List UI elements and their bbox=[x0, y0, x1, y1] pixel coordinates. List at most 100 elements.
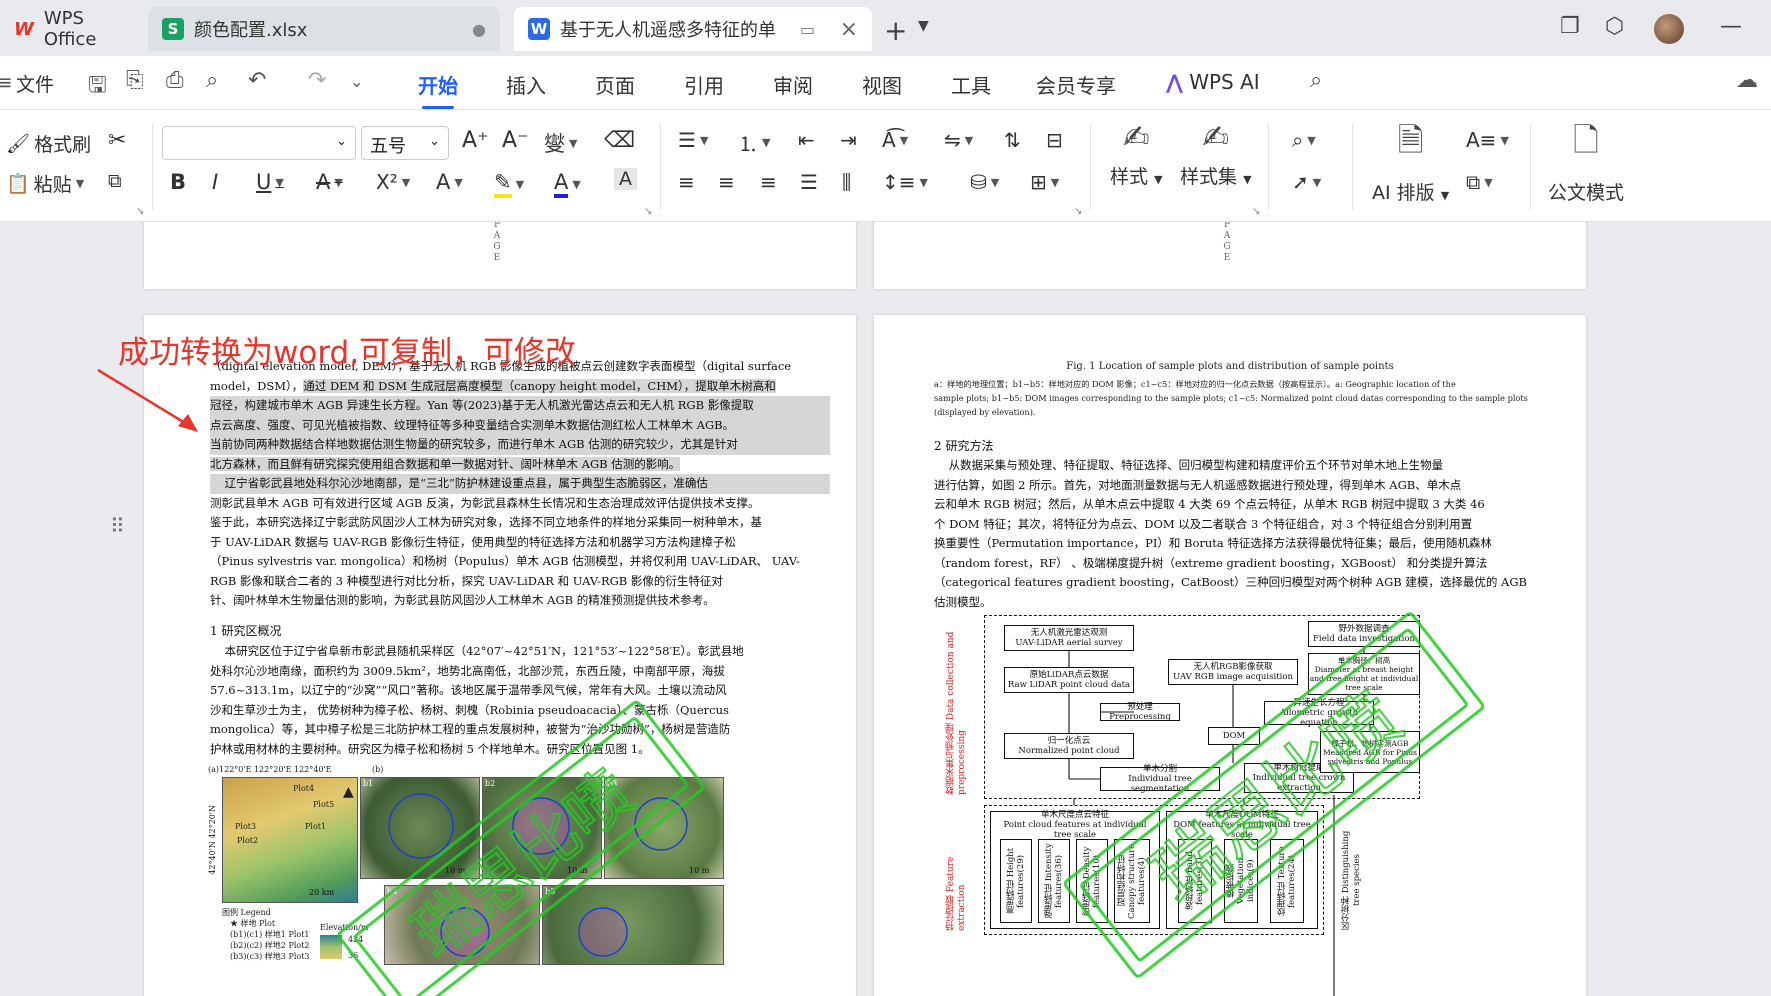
bullet-list-button[interactable]: ☰ ▼ bbox=[678, 128, 708, 152]
text-line[interactable]: RGB 影像和联合二者的 3 种模型进行对比分析，探究 UAV-LiDAR 和 … bbox=[210, 572, 830, 592]
menu-file[interactable]: 文件 bbox=[16, 70, 54, 97]
text-line[interactable]: 本研究区位于辽宁省阜新市彰武县随机采样区（42°07′~42°51′N，121°… bbox=[210, 642, 830, 662]
text-line[interactable]: （Pinus sylvestris var. mongolica）和杨树（Pop… bbox=[210, 552, 830, 572]
drag-handle-icon[interactable]: ⠿ bbox=[110, 514, 125, 538]
borders-button[interactable]: ⊞ ▼ bbox=[1030, 170, 1059, 194]
tab-document[interactable]: W 基于无人机遥感多特征的单 ▭ × bbox=[514, 7, 872, 51]
text-line[interactable]: 针、阔叶林单木生物量估测的影响，为彰武县防风固沙人工林单木 AGB 的精准预测提… bbox=[210, 591, 830, 611]
dialog-launcher-icon[interactable]: ↘ bbox=[1074, 206, 1082, 217]
show-marks-button[interactable]: ⊟ bbox=[1046, 128, 1063, 152]
section-heading-1[interactable]: 1 研究区概况 bbox=[210, 622, 281, 639]
decrease-indent-button[interactable]: ⇤ bbox=[798, 128, 815, 152]
font-color-button[interactable]: A ▼ bbox=[554, 170, 581, 198]
tab-spreadsheet[interactable]: S 颜色配置.xlsx ● bbox=[148, 7, 500, 51]
decrease-font-button[interactable]: A⁻ bbox=[502, 128, 529, 153]
caption-line[interactable]: (displayed by elevation). bbox=[934, 405, 1554, 419]
dialog-launcher-icon[interactable]: ↘ bbox=[136, 206, 144, 217]
menu-member[interactable]: 会员专享 bbox=[1036, 70, 1116, 99]
dialog-launcher-icon[interactable]: ↘ bbox=[1252, 206, 1260, 217]
wps-ai-button[interactable]: ⋀ WPS AI bbox=[1166, 70, 1260, 94]
increase-font-button[interactable]: A⁺ bbox=[462, 128, 489, 153]
font-size-select[interactable]: 五号 ⌄ bbox=[361, 126, 449, 160]
shading-button[interactable]: ⛁ ▼ bbox=[970, 170, 999, 194]
bold-button[interactable]: B bbox=[170, 170, 186, 194]
text-line[interactable]: 鉴于此，本研究选择辽宁彰武防风固沙人工林为研究对象，选择不同立地条件的样地分采集… bbox=[210, 513, 830, 533]
menu-home[interactable]: 开始 bbox=[418, 70, 458, 109]
redo-icon[interactable]: ↷ bbox=[308, 68, 326, 93]
increase-indent-button[interactable]: ⇥ bbox=[840, 128, 857, 152]
flowchart-figure-2[interactable]: 数据采集与预处理 Data collection and preprocessi… bbox=[944, 615, 1504, 996]
line-spacing-button[interactable]: ↕≡ ▼ bbox=[882, 170, 928, 194]
print-preview-icon[interactable]: ⌕ bbox=[206, 68, 218, 93]
avatar[interactable] bbox=[1654, 14, 1684, 44]
document-canvas[interactable]: PAGE PAGE （digital elevation model, DEM）… bbox=[0, 222, 1771, 996]
selected-text-line[interactable]: 点云高度、强度、可见光植被指数、纹理特征等多种变量结合实测单木数据估测红松人工林… bbox=[210, 415, 830, 435]
text-line[interactable]: 个 DOM 特征；其次，将特征分为点云、DOM 以及二者联合 3 个特征组合，对… bbox=[934, 515, 1554, 535]
text-line[interactable]: 云和单木 RGB 树冠；然后，从单木点云中提取 4 大类 69 个点云特征，从单… bbox=[934, 495, 1554, 515]
chevron-down-icon[interactable]: ▼ bbox=[918, 18, 929, 34]
superscript-button[interactable]: X² ▼ bbox=[376, 170, 410, 194]
selected-text-line[interactable]: 当前协同两种数据结合样地数据估测生物量的研究较多，而进行单木 AGB 估测的研究… bbox=[210, 435, 830, 455]
menu-insert[interactable]: 插入 bbox=[506, 70, 546, 99]
text-direction-button[interactable]: ⇋ ▼ bbox=[944, 128, 973, 152]
phonetic-button[interactable]: 燮 ▼ bbox=[544, 128, 577, 158]
copy-button[interactable]: ⧉ bbox=[108, 170, 122, 192]
menu-view[interactable]: 视图 bbox=[862, 70, 902, 99]
align-left-button[interactable]: ≡ bbox=[678, 170, 695, 194]
clear-format-button[interactable]: ⌫ bbox=[604, 128, 635, 153]
text-line[interactable]: （random forest，RF） 、极端梯度提升树（extreme grad… bbox=[934, 554, 1554, 574]
char-spacing-button[interactable]: A͡ ▼ bbox=[882, 128, 908, 152]
menu-tools[interactable]: 工具 bbox=[951, 70, 991, 99]
selected-text-line[interactable]: 北方森林，而且鲜有研究探究使用组合数据和单一数据对针、阔叶林单木 AGB 估测的… bbox=[210, 455, 830, 475]
text-line[interactable]: 处科尔沁沙地南缘，面积约为 3009.5km²，地势北高南低，北部沙荒，东西丘陵… bbox=[210, 662, 830, 682]
text-line[interactable]: 57.6~313.1m，以辽宁的“沙窝”“风口”著称。该地区属于温带季风气候，常… bbox=[210, 681, 830, 701]
find-button[interactable]: ⌕ ▼ bbox=[1292, 128, 1316, 152]
hamburger-icon[interactable]: ≡ bbox=[0, 70, 13, 94]
highlight-button[interactable]: ✎ ▼ bbox=[494, 170, 524, 198]
text-line[interactable]: 测彰武县单木 AGB 可有效进行区域 AGB 反演，为彰武县森林生长情况和生态治… bbox=[210, 494, 830, 514]
new-tab-icon[interactable]: + bbox=[884, 14, 907, 47]
menu-references[interactable]: 引用 bbox=[684, 70, 724, 99]
dialog-launcher-icon[interactable]: ↘ bbox=[644, 206, 652, 217]
undo-icon[interactable]: ↶ bbox=[248, 68, 266, 93]
ai-layout-button[interactable]: 🗎 AI 排版 ▼ bbox=[1372, 118, 1449, 205]
selected-text-line[interactable]: 冠径，构建城市单木 AGB 异速生长方程。Yan 等(2023)基于无人机激光雷… bbox=[210, 396, 830, 416]
distributed-button[interactable]: ⫼ bbox=[842, 170, 851, 194]
align-center-button[interactable]: ≡ bbox=[718, 170, 735, 194]
caption-line[interactable]: sample plots; b1~b5: DOM images correspo… bbox=[934, 391, 1554, 405]
menu-review[interactable]: 审阅 bbox=[773, 70, 813, 99]
underline-button[interactable]: U ▼ bbox=[256, 170, 284, 194]
text-tools-button[interactable]: A≡ ▼ bbox=[1466, 128, 1509, 152]
shapes-button[interactable]: ⧉ ▼ bbox=[1466, 170, 1493, 194]
close-tab-icon[interactable]: × bbox=[840, 17, 858, 42]
text-line[interactable]: model，DSM），通过 DEM 和 DSM 生成冠层高度模型（canopy … bbox=[210, 377, 830, 397]
cube-icon[interactable]: ⬡ bbox=[1605, 14, 1624, 39]
format-painter-button[interactable]: 🖌 格式刷 bbox=[6, 130, 91, 157]
print-icon[interactable]: ⎙ bbox=[166, 68, 184, 93]
text-line[interactable]: 换重要性（Permutation importance，PI）和 Boruta … bbox=[934, 534, 1554, 554]
text-line[interactable]: （categorical features gradient boosting，… bbox=[934, 573, 1554, 593]
strikethrough-button[interactable]: A ▼ bbox=[316, 170, 343, 194]
menu-page[interactable]: 页面 bbox=[595, 70, 635, 99]
text-line[interactable]: mongolica）等，其中樟子松是三北防护林工程的重点发展树种，被誉为“治沙功… bbox=[210, 720, 830, 740]
section-heading-2[interactable]: 2 研究方法 bbox=[934, 437, 993, 454]
italic-button[interactable]: I bbox=[212, 170, 218, 194]
minimize-icon[interactable]: — bbox=[1720, 14, 1742, 39]
text-line[interactable]: 护林或用材林的主要树种。研究区为樟子松和杨树 5 个样地单木。研究区位置见图 1… bbox=[210, 740, 830, 760]
char-shading-button[interactable]: A bbox=[614, 168, 637, 190]
more-chevron-icon[interactable]: ⌄ bbox=[350, 72, 363, 91]
text-line[interactable]: 估测模型。 bbox=[934, 593, 1554, 613]
align-right-button[interactable]: ≡ bbox=[760, 170, 777, 194]
restore-window-icon[interactable]: ❐ bbox=[1560, 14, 1580, 39]
text-effect-button[interactable]: A ▼ bbox=[436, 170, 463, 194]
styles-button[interactable]: ✍ 样式 ▼ bbox=[1110, 118, 1163, 189]
figure-caption-title[interactable]: Fig. 1 Location of sample plots and dist… bbox=[874, 359, 1586, 375]
tab-wps-office[interactable]: W WPS Office bbox=[0, 7, 124, 51]
search-icon[interactable]: ⌕ bbox=[1310, 68, 1322, 93]
paste-button[interactable]: 📋 粘贴 ▼ bbox=[6, 170, 84, 197]
cut-button[interactable]: ✂ bbox=[108, 128, 126, 153]
text-line[interactable]: 于 UAV-LiDAR 数据与 UAV-RGB 影像衍生特征，使用典型的特征选择… bbox=[210, 533, 830, 553]
figure-1[interactable]: (a)122°0'E 122°20'E 122°40'E Plot4 Plot5… bbox=[208, 765, 788, 996]
justify-button[interactable]: ☰ bbox=[800, 170, 818, 194]
text-line[interactable]: 沙和生草沙土为主， 优势树种为樟子松、杨树、刺槐（Robinia pseudoa… bbox=[210, 701, 830, 721]
